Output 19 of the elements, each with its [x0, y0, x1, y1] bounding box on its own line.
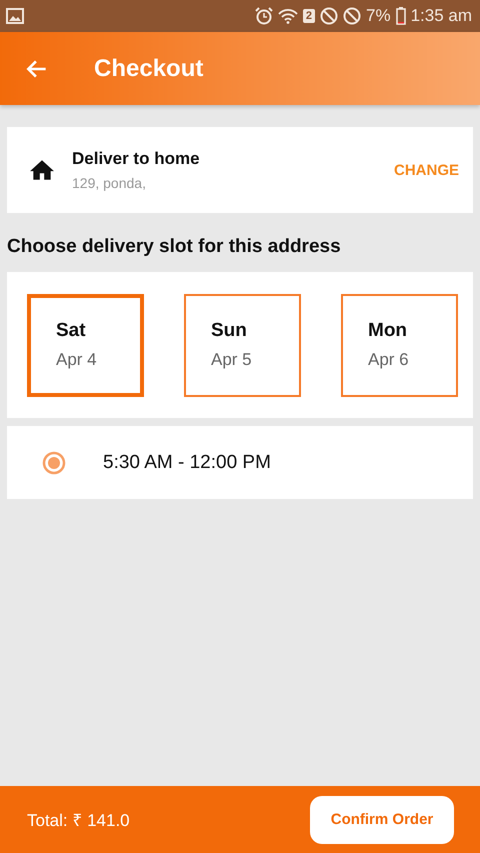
battery-icon — [396, 7, 406, 25]
clock: 1:35 am — [410, 6, 472, 26]
blocked-icon — [342, 7, 361, 25]
alarm-icon — [254, 7, 273, 25]
date-option[interactable]: Sun Apr 5 — [184, 294, 301, 396]
date-option[interactable]: Sat Apr 4 — [27, 294, 144, 396]
blocked-icon — [320, 7, 338, 25]
time-slot-row[interactable]: 5:30 AM - 12:00 PM — [7, 426, 473, 499]
order-total: Total: ₹ 141.0 — [27, 810, 131, 831]
screen-title: Checkout — [94, 54, 204, 82]
address-title: Deliver to home — [72, 149, 201, 169]
wifi-icon — [278, 8, 298, 24]
radio-button[interactable] — [41, 450, 67, 476]
sim-icon: 2 — [302, 9, 315, 23]
section-heading: Choose delivery slot for this address — [7, 236, 342, 258]
date-option[interactable]: Mon Apr 6 — [341, 294, 458, 396]
battery-percent: 7% — [366, 6, 391, 26]
address-line: 129, ponda, — [72, 175, 147, 191]
image-icon — [6, 8, 24, 24]
